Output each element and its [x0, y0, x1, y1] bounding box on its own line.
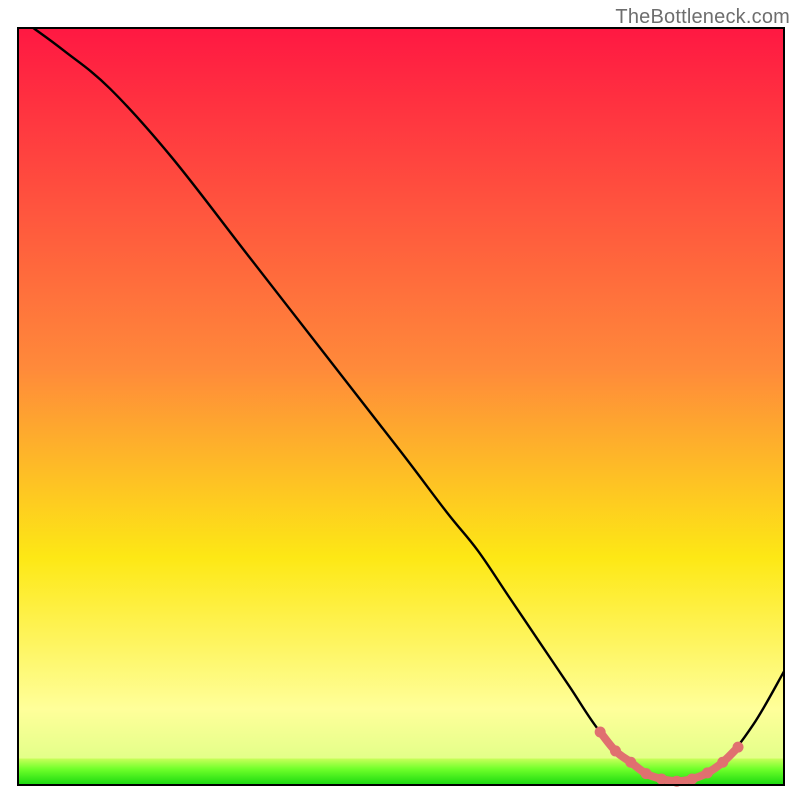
optimal-marker [595, 727, 606, 738]
plot-background [18, 28, 784, 785]
optimal-marker [610, 745, 621, 756]
optimal-marker [625, 757, 636, 768]
optimal-marker [733, 742, 744, 753]
optimal-marker [687, 773, 698, 784]
optimal-marker [656, 773, 667, 784]
optimal-marker [717, 757, 728, 768]
optimal-marker [641, 768, 652, 779]
optimal-marker [702, 767, 713, 778]
chart-container: TheBottleneck.com [0, 0, 800, 800]
bottleneck-chart [0, 0, 800, 800]
